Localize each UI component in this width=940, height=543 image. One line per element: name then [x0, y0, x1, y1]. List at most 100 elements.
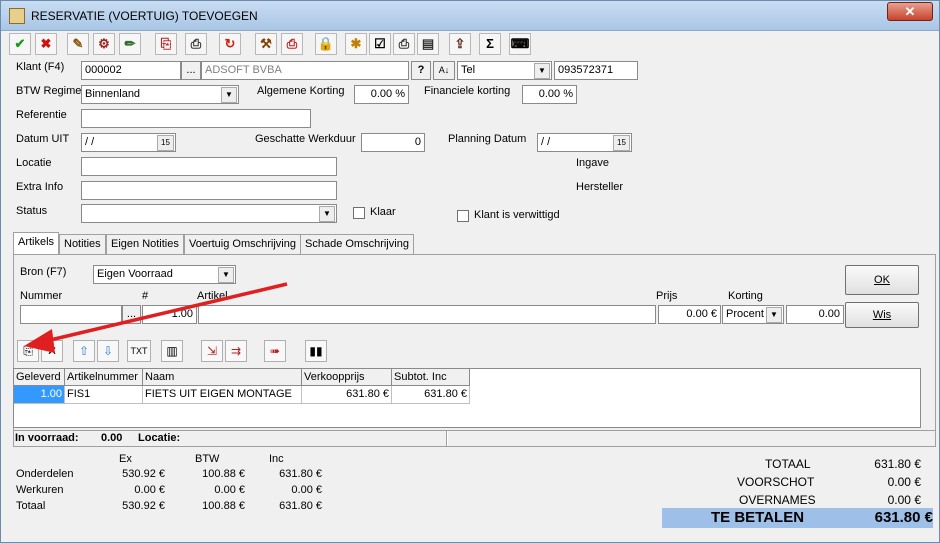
app-icon	[9, 8, 25, 24]
datum-uit-input[interactable]: / / 15	[81, 133, 176, 152]
nummer-lookup-button[interactable]: ...	[122, 305, 141, 324]
checklist-icon[interactable]: ☑	[369, 33, 391, 55]
overnames-label: OVERNAMES	[739, 493, 816, 507]
keyboard-icon[interactable]: ⌨	[509, 33, 531, 55]
tab-schade-omschrijving[interactable]: Schade Omschrijving	[300, 234, 414, 254]
tel-input[interactable]: 093572371	[554, 61, 638, 80]
chevron-down-icon[interactable]: ▼	[218, 267, 234, 283]
column-header-naam[interactable]: Naam	[143, 369, 302, 386]
import-multiple-icon[interactable]: ⇉	[225, 340, 247, 362]
quantity-input[interactable]: 1.00	[142, 305, 197, 324]
tab-eigen-notities[interactable]: Eigen Notities	[106, 234, 184, 254]
tools-icon[interactable]: ⚙	[93, 33, 115, 55]
new-document-icon[interactable]: ✱	[345, 33, 367, 55]
export-doc-icon[interactable]: ➠	[264, 340, 286, 362]
fin-korting-label: Financiele korting	[424, 85, 511, 97]
werkduur-input[interactable]: 0	[361, 133, 425, 152]
tel-select[interactable]: Tel ▼	[457, 61, 552, 80]
txt-button[interactable]: TXT	[127, 340, 151, 362]
columns-icon[interactable]: ▥	[161, 340, 183, 362]
korting-type-select[interactable]: Procent ▼	[722, 305, 784, 324]
hammer-icon[interactable]: ⚒	[255, 33, 277, 55]
summary-werkuren-ex: 0.00 €	[134, 484, 165, 496]
ok-button[interactable]: OK	[845, 265, 919, 295]
verwittigd-checkbox[interactable]	[457, 210, 469, 222]
barcode-icon[interactable]: ▮▮	[305, 340, 327, 362]
korting-input[interactable]: 0.00	[786, 305, 844, 324]
klaar-label: Klaar	[370, 206, 396, 218]
summary-totaal-ex: 530.92 €	[122, 500, 165, 512]
calendar-icon[interactable]: 15	[157, 135, 174, 151]
klant-label: Klant (F4)	[16, 61, 65, 73]
print-list-icon[interactable]: ▤	[417, 33, 439, 55]
tab-notities[interactable]: Notities	[59, 234, 106, 254]
add-item-icon[interactable]: ⎘	[17, 340, 39, 362]
chevron-down-icon[interactable]: ▼	[221, 87, 237, 103]
korting-type-value: Procent	[726, 308, 764, 320]
delete-item-icon[interactable]: ✕	[41, 340, 63, 362]
alg-korting-input[interactable]: 0.00 %	[354, 85, 409, 104]
tab-voertuig-omschrijving[interactable]: Voertuig Omschrijving	[184, 234, 301, 254]
summary-totaal-label: Totaal	[16, 500, 46, 512]
locatie-input[interactable]	[81, 157, 337, 176]
print-icon[interactable]: ⎙	[393, 33, 415, 55]
column-header-artikelnummer[interactable]: Artikelnummer	[65, 369, 143, 386]
chevron-down-icon[interactable]: ▼	[534, 63, 550, 79]
planning-value: / /	[541, 136, 551, 148]
lock-icon[interactable]: 🔒	[315, 33, 337, 55]
nummer-input[interactable]	[20, 305, 122, 324]
sort-az-icon[interactable]: A↓	[433, 61, 455, 80]
klaar-checkbox[interactable]	[353, 207, 365, 219]
chevron-down-icon[interactable]: ▼	[319, 206, 335, 222]
nummer-label: Nummer	[20, 290, 63, 302]
summary-header-inc: Inc	[269, 453, 284, 465]
bron-select[interactable]: Eigen Voorraad ▼	[93, 265, 236, 284]
checkmark-icon[interactable]: ✔	[9, 33, 31, 55]
export-icon[interactable]: ⇪	[449, 33, 471, 55]
calendar-icon[interactable]: 15	[613, 135, 630, 151]
help-icon[interactable]: ?	[411, 61, 431, 80]
ingave-label: Ingave	[576, 157, 610, 169]
edit-icon[interactable]: ✎	[67, 33, 89, 55]
column-header-verkoopprijs[interactable]: Verkoopprijs	[302, 369, 392, 386]
move-up-icon[interactable]: ⇧	[73, 340, 95, 362]
artikel-input[interactable]	[198, 305, 656, 324]
column-header-subtot[interactable]: Subtot. Inc	[392, 369, 470, 386]
document-add-icon[interactable]: ⎘	[155, 33, 177, 55]
summary-totaal-btw: 100.88 €	[202, 500, 245, 512]
summary-werkuren-inc: 0.00 €	[291, 484, 322, 496]
wis-button[interactable]: Wis	[845, 302, 919, 328]
extra-info-input[interactable]	[81, 181, 337, 200]
tab-artikels[interactable]: Artikels	[13, 232, 60, 254]
planning-input[interactable]: / / 15	[537, 133, 632, 152]
cancel-x-icon[interactable]: ✖	[35, 33, 57, 55]
referentie-input[interactable]	[81, 109, 311, 128]
table-cell-artikelnummer[interactable]: FIS1	[65, 386, 143, 404]
te-betalen-value: 631.80 €	[874, 509, 933, 526]
summary-header-btw: BTW	[195, 453, 220, 465]
prijs-input[interactable]: 0.00 €	[658, 305, 721, 324]
bron-select-value: Eigen Voorraad	[97, 268, 173, 280]
table-cell-verkoopprijs[interactable]: 631.80 €	[302, 386, 392, 404]
klant-number-input[interactable]: 000002	[81, 61, 181, 80]
klant-lookup-button[interactable]: ...	[181, 61, 201, 80]
close-button[interactable]: ✕	[887, 2, 933, 21]
btw-select[interactable]: Binnenland ▼	[81, 85, 239, 104]
column-header-geleverd[interactable]: Geleverd	[14, 369, 65, 386]
import-icon[interactable]: ⇲	[201, 340, 223, 362]
table-cell-subtot[interactable]: 631.80 €	[392, 386, 470, 404]
pencil-icon[interactable]: ✏	[119, 33, 141, 55]
sum-icon[interactable]: Σ	[479, 33, 501, 55]
fin-korting-input[interactable]: 0.00 %	[522, 85, 577, 104]
klant-name-field: ADSOFT BVBA	[201, 61, 409, 80]
move-down-icon[interactable]: ⇩	[97, 340, 119, 362]
print-preview-icon[interactable]: ⎙	[281, 33, 303, 55]
table-cell-geleverd[interactable]: 1.00	[14, 386, 65, 404]
btw-select-value: Binnenland	[85, 88, 141, 100]
status-select[interactable]: ▼	[81, 204, 337, 223]
printer-icon[interactable]: ⎙	[185, 33, 207, 55]
chevron-down-icon[interactable]: ▼	[766, 307, 782, 323]
table-cell-naam[interactable]: FIETS UIT EIGEN MONTAGE	[143, 386, 302, 404]
voorschot-label: VOORSCHOT	[737, 475, 815, 489]
refresh-icon[interactable]: ↻	[219, 33, 241, 55]
